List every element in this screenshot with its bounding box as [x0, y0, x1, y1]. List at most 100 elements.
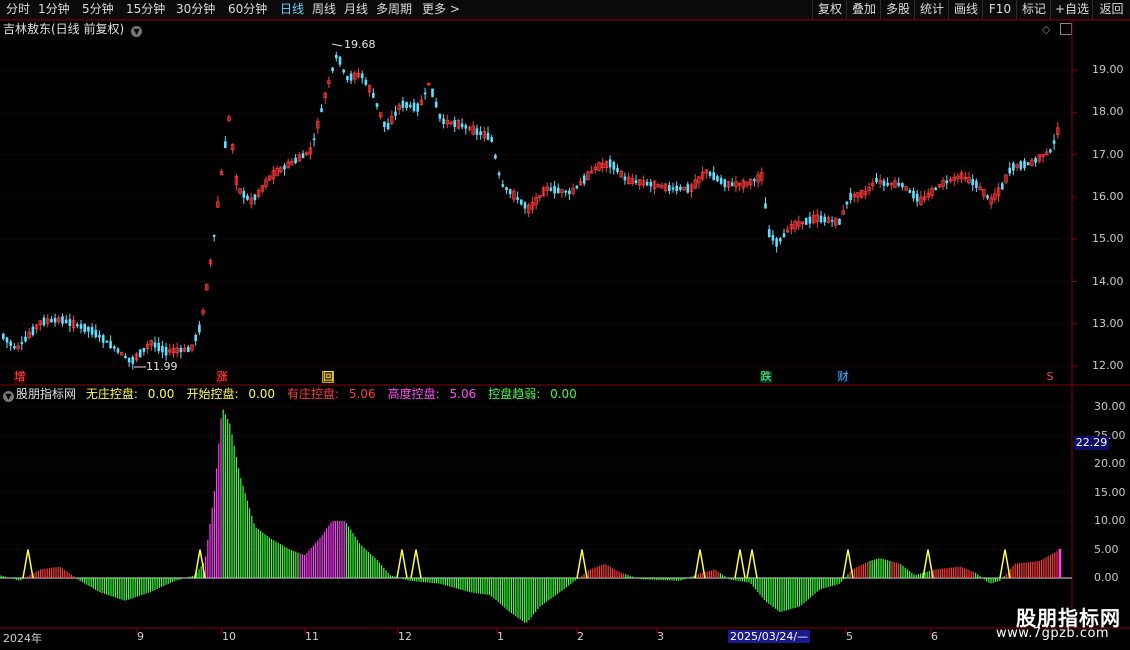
candle-body	[753, 179, 756, 182]
candle-body	[64, 319, 68, 323]
indicator-series	[0, 409, 1062, 623]
candle-body	[934, 187, 937, 191]
candle-body	[212, 234, 216, 237]
candle-body	[557, 187, 560, 194]
candle-body	[508, 189, 512, 195]
time-tick-10: 10	[222, 630, 236, 643]
indicator-tick-label: 20.00	[1094, 457, 1126, 470]
candle-body	[131, 357, 135, 364]
indicator-name: 股朋指标网	[16, 387, 77, 401]
candle-body	[568, 190, 571, 195]
candle-body	[138, 349, 142, 358]
chart-canvas[interactable]	[0, 0, 1130, 650]
candle-body	[124, 355, 127, 359]
candle-body	[224, 141, 227, 149]
signal-spike	[22, 549, 34, 579]
candle-body	[1008, 167, 1011, 174]
time-tick-11: 11	[305, 630, 319, 643]
candle-body	[838, 218, 841, 225]
signal-spike	[922, 549, 934, 579]
candle-body	[94, 329, 98, 338]
price-tick-label: 12.00	[1092, 359, 1124, 373]
candle-body	[109, 340, 112, 349]
indicator-tick-label: 30.00	[1094, 400, 1126, 413]
candle-body	[101, 335, 105, 343]
price-tick-label: 14.00	[1092, 274, 1124, 288]
signal-spike	[396, 549, 408, 579]
crosshair-date-tag: 2025/03/24/—	[728, 630, 811, 643]
candle-body	[971, 179, 974, 186]
candlestick-series	[2, 51, 1060, 370]
event-marker-cai[interactable]: 财	[837, 371, 849, 383]
candle-body	[712, 172, 715, 181]
chevron-down-icon[interactable]: ▼	[3, 391, 14, 402]
time-tick-2: 2	[577, 630, 584, 643]
signal-spike	[842, 549, 854, 579]
candle-body	[582, 175, 586, 184]
candle-body	[1034, 158, 1037, 163]
candle-body	[679, 186, 682, 191]
candle-body	[342, 69, 345, 73]
time-tick-5: 5	[846, 630, 853, 643]
candle-body	[194, 334, 197, 342]
price-tick-label: 19.00	[1092, 63, 1124, 76]
event-marker-hui[interactable]: 回	[322, 371, 334, 383]
current-value-tag: 22.29	[1074, 436, 1109, 450]
candle-body	[490, 137, 493, 142]
candle-body	[501, 184, 505, 187]
candle-body	[549, 187, 553, 191]
candle-body	[164, 346, 168, 356]
candle-body	[612, 161, 616, 170]
candle-body	[634, 180, 638, 184]
candle-body	[76, 324, 79, 327]
candle-body	[564, 190, 567, 193]
indicator-tick-label: 15.00	[1094, 485, 1126, 499]
candle-body	[886, 182, 889, 186]
candle-body	[804, 218, 808, 225]
candle-body	[1026, 162, 1030, 166]
candle-body	[1012, 163, 1015, 171]
candle-body	[24, 336, 27, 342]
candle-body	[608, 159, 612, 168]
candle-body	[179, 347, 183, 353]
candle-body	[1049, 149, 1052, 153]
watermark-url: www.7gpzb.com	[996, 626, 1110, 641]
candle-body	[294, 157, 297, 163]
legend-no-control: 无庄控盘: 0.00	[85, 387, 175, 401]
candle-body	[83, 323, 86, 332]
candle-body	[875, 177, 878, 183]
candle-body	[142, 348, 146, 352]
candle-body	[975, 180, 978, 188]
event-marker-zhang[interactable]: 涨	[216, 371, 228, 383]
candle-body	[730, 182, 734, 186]
event-marker-die[interactable]: 跌	[760, 371, 772, 383]
indicator-tick-label: 5.00	[1094, 542, 1119, 556]
candle-body	[53, 317, 57, 323]
candle-body	[360, 73, 364, 79]
time-tick-1: 1	[497, 630, 504, 643]
candle-body	[771, 235, 775, 241]
candle-body	[383, 121, 386, 127]
candle-body	[475, 128, 479, 135]
event-marker-s[interactable]: S	[1044, 371, 1056, 383]
candle-body	[13, 346, 16, 349]
candle-body	[87, 326, 90, 332]
time-tick-6: 6	[931, 630, 938, 643]
candle-body	[723, 179, 727, 188]
candle-body	[42, 317, 46, 326]
candle-body	[915, 193, 919, 202]
candle-body	[127, 357, 131, 363]
candle-body	[5, 337, 9, 343]
candle-body	[364, 79, 368, 85]
candle-body	[283, 165, 286, 170]
candle-body	[50, 319, 53, 323]
candle-body	[649, 181, 653, 187]
candle-body	[372, 92, 375, 98]
candle-body	[479, 131, 482, 135]
candle-body	[808, 216, 812, 224]
candle-body	[1052, 140, 1056, 144]
candle-body	[830, 220, 834, 222]
candle-body	[61, 316, 64, 324]
candle-body	[505, 187, 508, 191]
event-marker-zeng[interactable]: 增	[14, 371, 26, 383]
